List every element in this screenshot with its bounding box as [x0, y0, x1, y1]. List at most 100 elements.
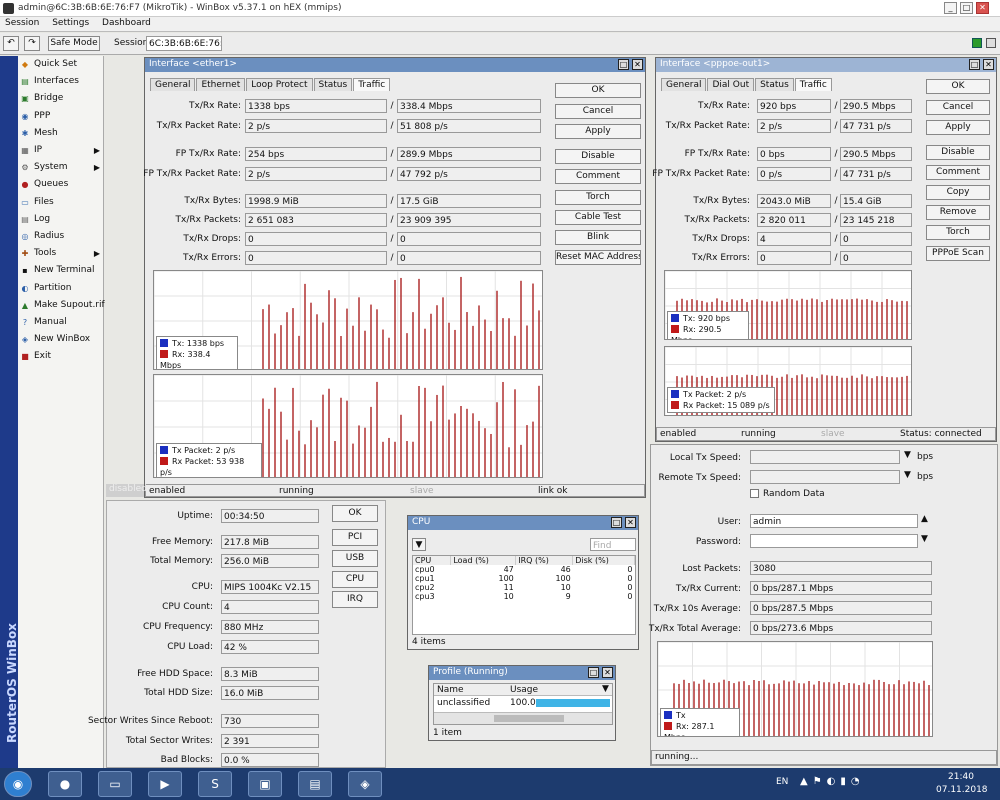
scroll-thumb[interactable] — [494, 715, 564, 722]
close-icon[interactable]: ✕ — [625, 517, 636, 528]
tab-status[interactable]: Status — [755, 78, 794, 91]
sidebar-item-bridge[interactable]: ▣ Bridge — [20, 93, 102, 109]
sidebar-item-partition[interactable]: ◐ Partition — [20, 283, 102, 299]
tab-traffic[interactable]: Traffic — [353, 78, 391, 91]
sidebar-item-interfaces[interactable]: ▤ Interfaces — [20, 76, 102, 92]
tab-dial-out[interactable]: Dial Out — [707, 78, 755, 91]
table-row[interactable]: cpu2 11 10 0 — [413, 583, 635, 592]
table-row[interactable]: cpu0 47 46 0 — [413, 565, 635, 574]
disable-button[interactable]: Disable — [926, 145, 990, 160]
comment-button[interactable]: Comment — [555, 169, 641, 184]
close-icon[interactable]: ✕ — [632, 59, 643, 70]
resource-ok-button[interactable]: OK — [332, 505, 378, 522]
menu-session[interactable]: Session — [0, 17, 44, 29]
sidebar-item-mesh[interactable]: ✱ Mesh — [20, 128, 102, 144]
tab-general[interactable]: General — [661, 78, 707, 91]
close-icon[interactable]: ✕ — [983, 59, 994, 70]
ok-button[interactable]: OK — [555, 83, 641, 98]
sidebar-item-manual[interactable]: ? Manual — [20, 317, 102, 333]
sidebar-item-files[interactable]: ▭ Files — [20, 197, 102, 213]
user-field[interactable]: admin — [750, 514, 918, 528]
resource-usb-button[interactable]: USB — [332, 550, 378, 567]
random-data-checkbox[interactable] — [750, 489, 759, 498]
local-tx-dropdown-icon[interactable]: ▼ — [904, 450, 911, 460]
sidebar-item-quick-set[interactable]: ◆ Quick Set — [20, 59, 102, 75]
close-icon[interactable]: ✕ — [602, 667, 613, 678]
sidebar-item-queues[interactable]: ● Queues — [20, 179, 102, 195]
apply-button[interactable]: Apply — [555, 124, 641, 139]
pppoe-window-title-bar[interactable]: Interface <pppoe-out1> □ ✕ — [656, 58, 996, 72]
minimize-icon[interactable]: _ — [944, 2, 957, 14]
cpu-col-header[interactable]: Disk (%) — [572, 556, 635, 565]
tab-ethernet[interactable]: Ethernet — [196, 78, 246, 91]
restore-icon[interactable]: □ — [618, 59, 629, 70]
redo-icon[interactable]: ↷ — [24, 36, 40, 51]
language-indicator[interactable]: EN — [776, 777, 788, 787]
sidebar-item-exit[interactable]: ■ Exit — [20, 351, 102, 367]
firefox-icon[interactable]: ● — [48, 771, 82, 797]
sidebar-item-ppp[interactable]: ◉ PPP — [20, 111, 102, 127]
cpu-col-header[interactable]: Load (%) — [450, 556, 517, 565]
skype-icon[interactable]: S — [198, 771, 232, 797]
sidebar-item-tools[interactable]: ✚ Tools ▶ — [20, 248, 102, 264]
apply-button[interactable]: Apply — [926, 120, 990, 135]
horizontal-scrollbar[interactable] — [434, 712, 612, 724]
sidebar-item-system[interactable]: ⚙ System ▶ — [20, 162, 102, 178]
pppoe-scan-button[interactable]: PPPoE Scan — [926, 246, 990, 261]
media-player-icon[interactable]: ▶ — [148, 771, 182, 797]
remote-tx-speed-field[interactable] — [750, 470, 900, 484]
remove-button[interactable]: Remove — [926, 205, 990, 220]
sidebar-item-radius[interactable]: ◎ Radius — [20, 231, 102, 247]
user-up-icon[interactable]: ▲ — [921, 514, 928, 524]
cpu-col-header[interactable]: CPU — [413, 556, 452, 565]
tab-traffic[interactable]: Traffic — [794, 78, 832, 91]
tab-status[interactable]: Status — [313, 78, 353, 91]
cancel-button[interactable]: Cancel — [555, 104, 641, 119]
tab-loop-protect[interactable]: Loop Protect — [246, 78, 313, 91]
blink-button[interactable]: Blink — [555, 230, 641, 245]
ok-button[interactable]: OK — [926, 79, 990, 94]
table-row[interactable]: cpu1 100 100 0 — [413, 574, 635, 583]
copy-button[interactable]: Copy — [926, 185, 990, 200]
disable-button[interactable]: Disable — [555, 149, 641, 164]
terminal-app-icon[interactable]: ▤ — [298, 771, 332, 797]
resource-pci-button[interactable]: PCI — [332, 529, 378, 546]
col-name[interactable]: Name — [437, 685, 464, 695]
explorer-icon[interactable]: ▭ — [98, 771, 132, 797]
menu-settings[interactable]: Settings — [47, 17, 94, 29]
reset-mac-address-button[interactable]: Reset MAC Address — [555, 250, 641, 265]
network-tool-icon[interactable]: ▣ — [248, 771, 282, 797]
col-usage[interactable]: Usage — [510, 685, 538, 695]
tray-icons[interactable]: ▲⚑◐▮◔ — [800, 776, 865, 787]
local-tx-speed-field[interactable] — [750, 450, 900, 464]
cpu-window-title-bar[interactable]: CPU □ ✕ — [408, 516, 638, 530]
profile-row[interactable]: unclassified 100.0 — [434, 697, 612, 709]
close-icon[interactable]: ✕ — [976, 2, 989, 14]
sidebar-item-make-supout-rif[interactable]: ▲ Make Supout.rif — [20, 300, 105, 316]
safe-mode-button[interactable]: Safe Mode — [48, 36, 100, 51]
torch-button[interactable]: Torch — [926, 225, 990, 240]
cable-test-button[interactable]: Cable Test — [555, 210, 641, 225]
password-dropdown-icon[interactable]: ▼ — [921, 534, 928, 544]
cpu-col-header[interactable]: IRQ (%) — [515, 556, 574, 565]
clock-date[interactable]: 07.11.2018 — [936, 785, 988, 795]
cancel-button[interactable]: Cancel — [926, 100, 990, 115]
sidebar-item-ip[interactable]: ▦ IP ▶ — [20, 145, 102, 161]
table-row[interactable]: cpu3 10 9 0 — [413, 592, 635, 601]
sidebar-item-new-winbox[interactable]: ◈ New WinBox — [20, 334, 102, 350]
start-button[interactable]: ◉ — [4, 771, 32, 797]
restore-icon[interactable]: □ — [969, 59, 980, 70]
sidebar-item-new-terminal[interactable]: ▪ New Terminal — [20, 265, 102, 281]
tab-general[interactable]: General — [150, 78, 196, 91]
maximize-icon[interactable]: □ — [960, 2, 973, 14]
profile-window-title-bar[interactable]: Profile (Running) □ ✕ — [429, 666, 615, 680]
restore-icon[interactable]: □ — [611, 517, 622, 528]
undo-icon[interactable]: ↶ — [3, 36, 19, 51]
menu-dashboard[interactable]: Dashboard — [97, 17, 156, 29]
password-field[interactable] — [750, 534, 918, 548]
filter-icon[interactable]: ▼ — [412, 538, 426, 551]
sidebar-item-log[interactable]: ▤ Log — [20, 214, 102, 230]
winbox-app-icon[interactable]: ◈ — [348, 771, 382, 797]
torch-button[interactable]: Torch — [555, 190, 641, 205]
restore-icon[interactable]: □ — [588, 667, 599, 678]
